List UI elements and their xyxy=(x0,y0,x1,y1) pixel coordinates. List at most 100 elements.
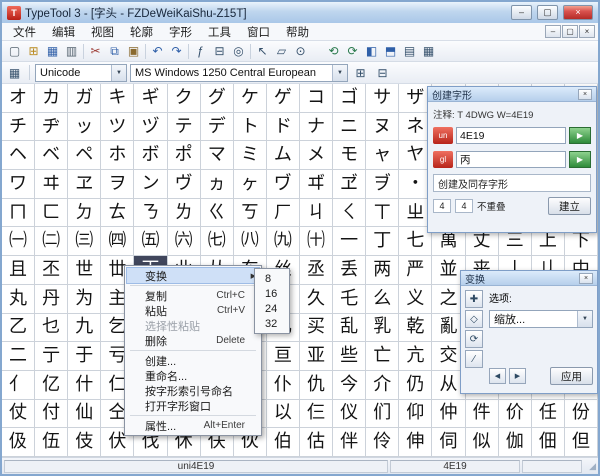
pointer-tool-icon[interactable]: ↖ xyxy=(253,42,272,60)
close-button[interactable]: × xyxy=(563,5,593,20)
glyph-cell[interactable]: ㄎ xyxy=(234,199,267,228)
mdi-close-button[interactable]: × xyxy=(579,25,595,38)
glyph-cell[interactable]: ペ xyxy=(68,141,101,170)
glyph-cell[interactable]: ヶ xyxy=(234,170,267,199)
glyph-cell[interactable]: ゲ xyxy=(267,84,300,113)
glyph-cell[interactable]: 什 xyxy=(68,371,101,400)
glyph-cell[interactable]: ヅ xyxy=(134,113,167,142)
glyph-cell[interactable]: ム xyxy=(267,141,300,170)
transform-action-select[interactable]: 缩放... ▼ xyxy=(489,310,593,328)
codepage-select[interactable]: MS Windows 1250 Central European ▼ xyxy=(130,64,348,82)
glyph-cell[interactable]: ㄊ xyxy=(101,199,134,228)
chevron-down-icon[interactable]: ▼ xyxy=(577,311,592,327)
create-button[interactable]: 建立 xyxy=(548,197,591,215)
glyph-cell[interactable]: 两 xyxy=(366,256,399,285)
menubar-item[interactable]: 工具 xyxy=(200,23,239,41)
glyph-cell[interactable]: 乱 xyxy=(333,314,366,343)
glyph-cell[interactable]: 今 xyxy=(333,371,366,400)
glyph-cell[interactable]: 伯 xyxy=(267,428,300,457)
glyph-cell[interactable]: 么 xyxy=(366,285,399,314)
move-tool-icon[interactable]: ✚ xyxy=(465,290,483,308)
glyph-cell[interactable]: ガ xyxy=(68,84,101,113)
save-icon[interactable]: ▦ xyxy=(43,42,62,60)
glyph-cell[interactable]: 丹 xyxy=(35,285,68,314)
glyph-cell[interactable]: 伽 xyxy=(499,428,532,457)
mdi-restore-button[interactable]: ▢ xyxy=(562,25,578,38)
glyph-cell[interactable]: 亿 xyxy=(35,371,68,400)
copy-icon[interactable]: ⧉ xyxy=(105,42,124,60)
cell-captions-icon[interactable]: ⊞ xyxy=(351,64,370,82)
glyph-cell[interactable]: 买 xyxy=(300,314,333,343)
glyph-cell[interactable]: ㄇ xyxy=(2,199,35,228)
menubar-item[interactable]: 视图 xyxy=(83,23,122,41)
glyph-cell[interactable]: 些 xyxy=(333,342,366,371)
glyph-cell[interactable]: 介 xyxy=(366,371,399,400)
metric-field-a[interactable]: 4 xyxy=(433,199,451,213)
rotate-left-icon[interactable]: ⟲ xyxy=(324,42,343,60)
glyph-cell[interactable]: ヷ xyxy=(267,170,300,199)
glyph-cell[interactable]: モ xyxy=(333,141,366,170)
eraser-tool-icon[interactable]: ▱ xyxy=(272,42,291,60)
glyph-cell[interactable]: コ xyxy=(300,84,333,113)
glyph-cell[interactable]: 伎 xyxy=(68,428,101,457)
glyph-cell[interactable]: ヰ xyxy=(35,170,68,199)
metric-field-b[interactable]: 4 xyxy=(455,199,473,213)
glyph-cell[interactable]: 伶 xyxy=(366,428,399,457)
glyph-cell[interactable]: ㈡ xyxy=(35,227,68,256)
menubar-item[interactable]: 文件 xyxy=(5,23,44,41)
glyph-cell[interactable]: ㄐ xyxy=(300,199,333,228)
encoding-mode-select[interactable]: Unicode ▼ xyxy=(35,64,127,82)
glyph-cell[interactable]: ゴ xyxy=(333,84,366,113)
go-to-glyph-button[interactable]: ▶ xyxy=(569,151,591,168)
resize-grip[interactable]: ◢ xyxy=(584,461,596,472)
glyph-cell[interactable]: 仨 xyxy=(300,400,333,429)
glyph-cell[interactable]: キ xyxy=(101,84,134,113)
glyph-cell[interactable]: デ xyxy=(201,113,234,142)
context-menu-item[interactable]: 按字形索引号命名 xyxy=(127,383,259,398)
titlebar[interactable]: T TypeTool 3 - [字头 - FZDeWeiKaiShu-Z15T]… xyxy=(2,2,598,23)
glyph-field[interactable]: 丙 xyxy=(456,151,566,168)
glyph-cell[interactable]: 乳 xyxy=(366,314,399,343)
glyph-cell[interactable]: メ xyxy=(300,141,333,170)
glyph-cell[interactable]: ャ xyxy=(366,141,399,170)
glyph-cell[interactable]: ㈧ xyxy=(234,227,267,256)
glyph-cell[interactable]: 件 xyxy=(466,400,499,429)
glyph-cell[interactable]: ベ xyxy=(35,141,68,170)
glyph-cell[interactable]: 亍 xyxy=(35,342,68,371)
glyph-cell[interactable]: 丕 xyxy=(35,256,68,285)
new-icon[interactable]: ▢ xyxy=(5,42,24,60)
open-icon[interactable]: ⊞ xyxy=(24,42,43,60)
glyph-cell[interactable]: 伸 xyxy=(399,428,432,457)
context-menu-item[interactable]: 删除Delete xyxy=(127,333,259,348)
glyph-cell[interactable]: 仗 xyxy=(2,400,35,429)
align-icon[interactable]: ▤ xyxy=(400,42,419,60)
glyph-cell[interactable]: ㄋ xyxy=(134,199,167,228)
glyph-cell[interactable]: 丸 xyxy=(2,285,35,314)
glyph-cell[interactable]: 以 xyxy=(267,400,300,429)
glyph-cell[interactable]: 仙 xyxy=(68,400,101,429)
glyph-cell[interactable]: ㈦ xyxy=(201,227,234,256)
glyph-cell[interactable]: 乙 xyxy=(2,314,35,343)
glyph-cell[interactable]: ヹ xyxy=(333,170,366,199)
glyph-cell[interactable]: ヂ xyxy=(35,113,68,142)
context-menu-item[interactable]: 粘贴Ctrl+V xyxy=(127,303,259,318)
glyph-cell[interactable]: ヲ xyxy=(101,170,134,199)
menubar-item[interactable]: 帮助 xyxy=(278,23,317,41)
apply-button[interactable]: 应用 xyxy=(550,367,593,385)
glyph-cell[interactable]: 丞 xyxy=(300,256,333,285)
size-option[interactable]: 24 xyxy=(257,301,287,316)
glyph-cell[interactable]: ツ xyxy=(101,113,134,142)
glyph-cell[interactable]: 丁 xyxy=(366,227,399,256)
glyph-cell[interactable]: 义 xyxy=(399,285,432,314)
glyph-cell[interactable]: 伋 xyxy=(2,428,35,457)
glyph-cell[interactable]: 仪 xyxy=(333,400,366,429)
close-icon[interactable]: × xyxy=(578,89,592,100)
glyph-cell[interactable]: ニ xyxy=(333,113,366,142)
undo-icon[interactable]: ↶ xyxy=(148,42,167,60)
glyph-cell[interactable]: ㄈ xyxy=(35,199,68,228)
glyph-cell[interactable]: 但 xyxy=(565,428,598,457)
glyph-cell[interactable]: ㈣ xyxy=(101,227,134,256)
glyph-cell[interactable]: ㈥ xyxy=(168,227,201,256)
glyph-cell[interactable]: サ xyxy=(366,84,399,113)
close-icon[interactable]: × xyxy=(579,273,593,284)
